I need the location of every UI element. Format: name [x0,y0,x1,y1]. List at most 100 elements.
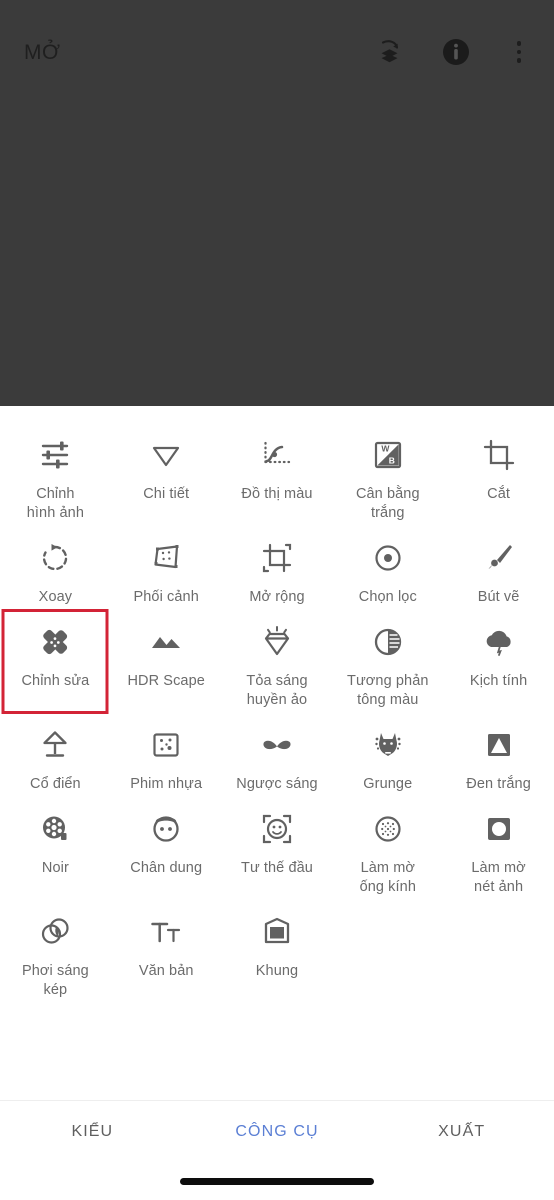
tool-noir[interactable]: Noir [0,794,111,897]
tool-co-dien[interactable]: Cổ điển [0,710,111,794]
tab-cong-cu[interactable]: CÔNG CỤ [185,1123,370,1141]
tool-label: Cổ điển [30,776,81,792]
tool-row: Xoay Phối cảnh Mở rộng Chọn lọc Bút vẽ [0,523,554,607]
tool-can-bang-trang[interactable]: W B Cân bằng trắng [332,420,443,523]
tool-label: Noir [41,860,69,876]
tool-row: Noir Chân dung Tư thế đầu Làm mờ ống kín… [0,794,554,897]
film-reel-icon [36,808,74,850]
tool-phim-nhua[interactable]: Phim nhựa [111,710,222,794]
tab-xuat[interactable]: XUẤT [369,1123,554,1141]
tool-label: Chỉnh sửa [21,673,90,689]
curve-graph-icon [258,434,296,476]
tool-phoi-canh[interactable]: Phối cảnh [111,523,222,607]
photo-editor-screen: MỞ Chỉnh hình ảnh Chi tiết Đồ thị màu W … [0,0,554,1200]
tool-label: Đồ thị màu [241,486,313,502]
tool-cat[interactable]: Cắt [443,420,554,523]
tool-tuong-phan-tong-mau[interactable]: Tương phản tông màu [332,607,443,710]
tool-label: Chỉnh hình ảnh [26,486,85,521]
tool-chi-tiet[interactable]: Chi tiết [111,420,222,523]
tool-label: Phối cảnh [133,589,199,605]
tool-hdr-scape[interactable]: HDR Scape [111,607,222,710]
tool-lam-mo-ong-kinh[interactable]: Làm mờ ống kính [332,794,443,897]
tool-label: Văn bản [138,963,194,979]
tab-kieu[interactable]: KIỂU [0,1123,185,1141]
tool-grunge[interactable]: Grunge [332,710,443,794]
tool-label: Bút vẽ [477,589,520,605]
tool-chan-dung[interactable]: Chân dung [111,794,222,897]
sliders-icon [36,434,74,476]
open-button[interactable]: MỞ [24,42,61,63]
mountains-icon [147,621,185,663]
tool-label: Chọn lọc [358,589,417,605]
tool-cell-empty [332,897,443,1000]
tool-label: Tư thế đầu [241,860,313,876]
svg-text:B: B [389,455,395,465]
portrait-face-icon [147,808,185,850]
tool-label: Mở rộng [249,589,305,605]
tool-row: Cổ điển Phim nhựa Ngược sáng Grunge Đen … [0,710,554,794]
healing-patch-icon [36,621,74,663]
tool-toa-sang-huyen-ao[interactable]: Tỏa sáng huyền ảo [222,607,333,710]
kebab-dot [516,41,522,46]
kebab-dot [516,58,522,63]
tool-label: Cân bằng trắng [355,486,420,521]
grain-square-icon [147,724,185,766]
tool-nguoc-sang[interactable]: Ngược sáng [222,710,333,794]
tool-label: Phim nhựa [130,776,203,792]
tool-phoi-sang-kep[interactable]: Phơi sáng kép [0,897,111,1000]
tonal-contrast-icon [369,621,407,663]
frame-icon [258,911,296,953]
perspective-icon [147,537,185,579]
topbar-actions [374,36,532,68]
tool-label: Làm mờ ống kính [359,860,416,895]
tool-tu-the-dau[interactable]: Tư thế đầu [222,794,333,897]
glamour-gem-icon [258,621,296,663]
tool-label: Đen trắng [466,776,531,792]
mustache-icon [258,724,296,766]
tool-van-ban[interactable]: Văn bản [111,897,222,1000]
undo-layers-icon[interactable] [374,36,406,68]
head-pose-icon [258,808,296,850]
lens-blur-icon [369,808,407,850]
image-canvas[interactable]: MỞ [0,0,554,406]
tool-row: Phơi sáng kép Văn bản Khung [0,897,554,1000]
tool-do-thi-mau[interactable]: Đồ thị màu [222,420,333,523]
double-exposure-icon [36,911,74,953]
tool-label: Phơi sáng kép [21,963,89,998]
tool-but-ve[interactable]: Bút vẽ [443,523,554,607]
rotate-icon [36,537,74,579]
tool-label: Cắt [487,486,511,502]
tool-mo-rong[interactable]: Mở rộng [222,523,333,607]
tool-label: Tương phản tông màu [347,673,429,708]
tool-label: Khung [255,963,299,979]
tool-chinh-hinh-anh[interactable]: Chỉnh hình ảnh [0,420,111,523]
tool-lam-mo-net-anh[interactable]: Làm mờ nét ảnh [443,794,554,897]
tool-chinh-sua[interactable]: Chỉnh sửa [0,607,111,710]
gesture-home-indicator[interactable] [180,1178,374,1185]
tool-label: Làm mờ nét ảnh [471,860,526,895]
kebab-dot [516,49,522,55]
crop-icon [480,434,518,476]
tools-grid: Chỉnh hình ảnh Chi tiết Đồ thị màu W B C… [0,406,554,1200]
tool-row: Chỉnh hình ảnh Chi tiết Đồ thị màu W B C… [0,420,554,523]
tool-kich-tinh[interactable]: Kịch tính [443,607,554,710]
tool-label: Kịch tính [469,673,528,689]
selective-icon [369,537,407,579]
tool-row: Chỉnh sửa HDR Scape Tỏa sáng huyền ảo Tư… [0,607,554,710]
tool-xoay[interactable]: Xoay [0,523,111,607]
tool-label: HDR Scape [127,673,205,689]
white-balance-icon: W B [369,434,407,476]
tool-khung[interactable]: Khung [222,897,333,1000]
expand-icon [258,537,296,579]
tool-label: Grunge [363,776,413,792]
black-white-icon [480,724,518,766]
tool-den-trang[interactable]: Đen trắng [443,710,554,794]
overflow-menu-icon[interactable] [506,36,532,68]
top-app-bar: MỞ [0,0,554,104]
bottom-tab-bar: KIỂU CÔNG CỤ XUẤT [0,1100,554,1200]
image-blur-icon [480,808,518,850]
tool-label: Xoay [38,589,73,605]
tool-chon-loc[interactable]: Chọn lọc [332,523,443,607]
tool-label: Ngược sáng [236,776,318,792]
info-icon[interactable] [440,36,472,68]
